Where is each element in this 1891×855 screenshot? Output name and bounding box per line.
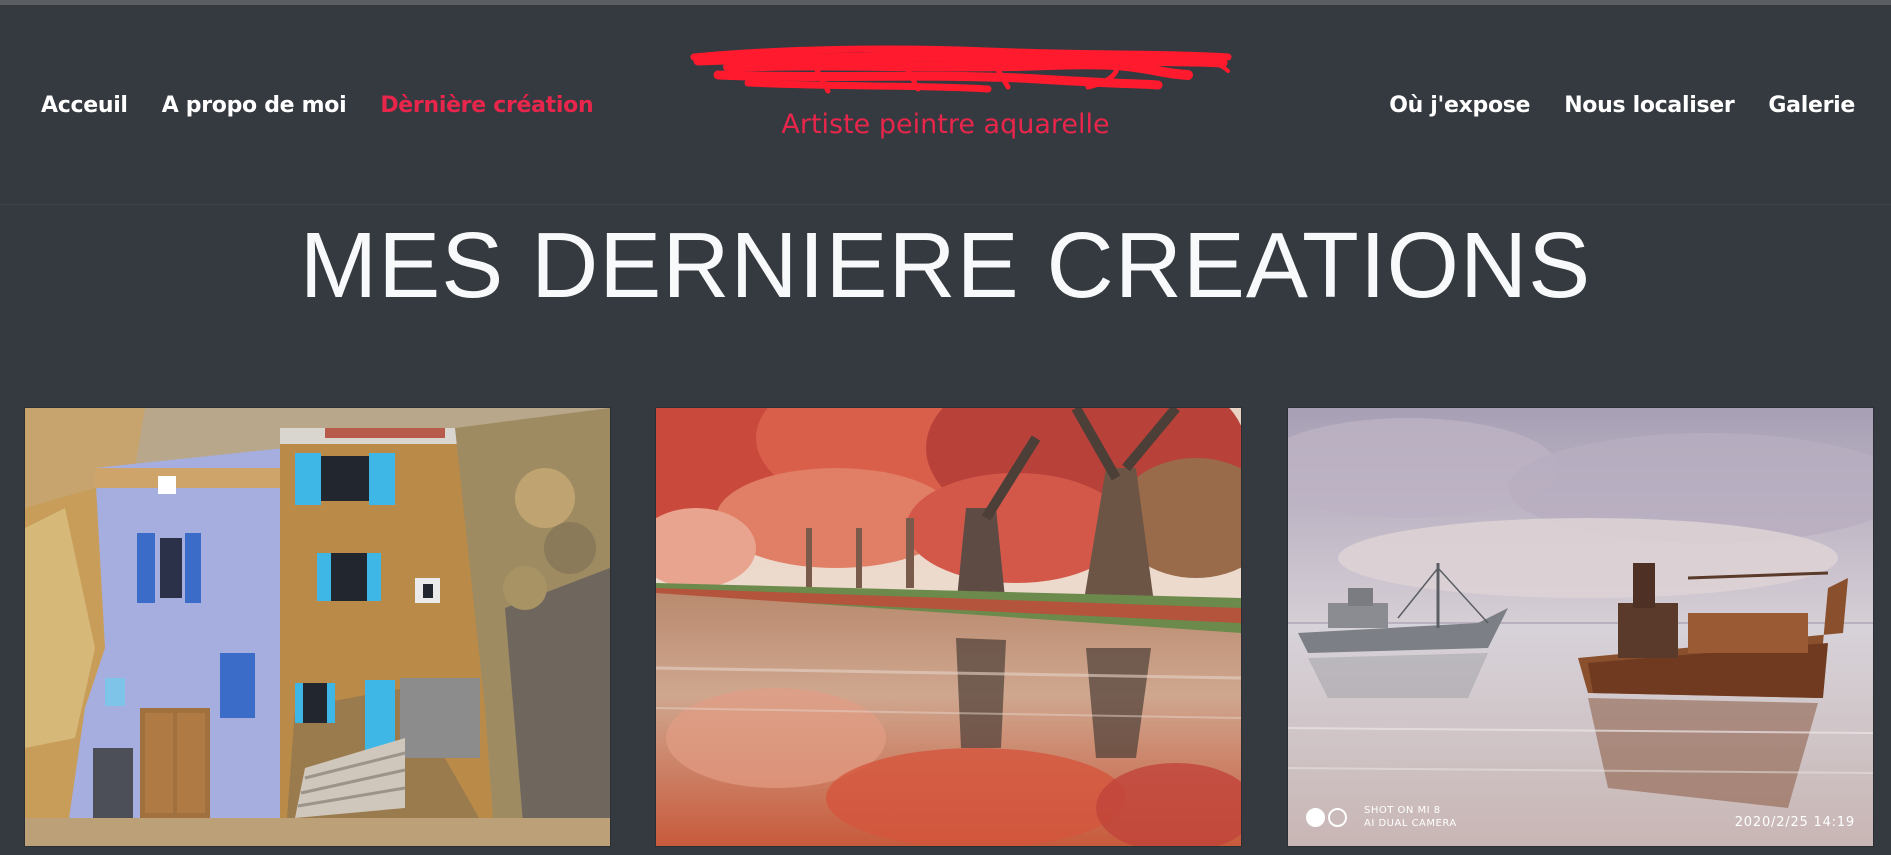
camera-logo-circle-icon [1306, 807, 1325, 827]
nav-link-exhibitions[interactable]: Où j'expose [1389, 93, 1530, 118]
nav-link-about[interactable]: A propo de moi [162, 93, 347, 118]
photo-tag-line1: SHOT ON MI 8 [1364, 805, 1441, 816]
nav-link-locate-us[interactable]: Nous localiser [1564, 93, 1735, 118]
page-title: MES DERNIERE CREATIONS [299, 213, 1592, 317]
nav-link-gallery[interactable]: Galerie [1768, 93, 1855, 118]
painting-card-rusty-boats[interactable]: SHOT ON MI 8 AI DUAL CAMERA 2020/2/25 14… [1287, 407, 1874, 847]
camera-logo-circle-icon [1328, 807, 1347, 827]
gallery: SHOT ON MI 8 AI DUAL CAMERA 2020/2/25 14… [0, 407, 1891, 855]
navbar: Acceuil A propo de moi Dèrnière création… [0, 5, 1891, 205]
nav-right-group: Où j'expose Nous localiser Galerie [1355, 93, 1855, 118]
nav-left-group: Acceuil A propo de moi Dèrnière création [41, 93, 627, 118]
nav-link-latest-creation[interactable]: Dèrnière création [380, 93, 593, 118]
painting-card-autumn-canal[interactable] [655, 407, 1242, 847]
photo-watermark: SHOT ON MI 8 AI DUAL CAMERA [1306, 804, 1457, 830]
rusty-boats-painting [1288, 408, 1873, 846]
village-houses-painting [25, 408, 610, 846]
nav-link-accueil[interactable]: Acceuil [41, 93, 128, 118]
autumn-canal-painting [656, 408, 1241, 846]
painting-card-village-houses[interactable] [24, 407, 611, 847]
photo-timestamp: 2020/2/25 14:19 [1734, 815, 1855, 830]
photo-tag-line2: AI DUAL CAMERA [1364, 818, 1457, 829]
